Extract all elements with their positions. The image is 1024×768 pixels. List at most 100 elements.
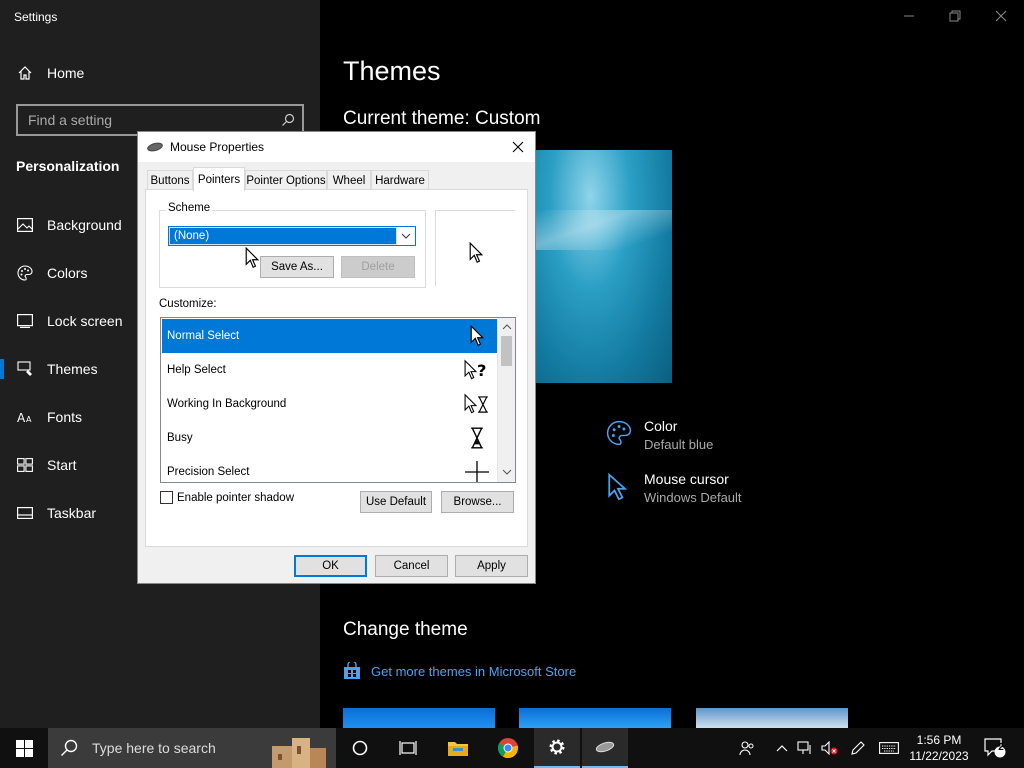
pointer-row-normal-select[interactable]: Normal Select — [162, 319, 497, 353]
svg-text:?: ? — [477, 361, 486, 380]
pointer-row-precision-select[interactable]: Precision Select — [162, 455, 497, 482]
nav-item-label: Lock screen — [47, 313, 123, 329]
volume-button[interactable] — [818, 728, 842, 768]
cursor-icon — [606, 472, 630, 506]
mouse-properties-dialog: Mouse Properties Buttons Pointers Pointe… — [137, 131, 536, 584]
taskbar: Type here to search 1:56 PM 11/22/2023 2 — [0, 728, 1024, 768]
store-link[interactable]: Get more themes in Microsoft Store — [343, 662, 576, 680]
nav-home[interactable]: Home — [0, 53, 320, 93]
settings-taskbar-button[interactable] — [534, 728, 580, 768]
pen-icon — [851, 741, 865, 755]
mouse-cursor-value: Windows Default — [644, 490, 742, 505]
windows-logo-icon — [15, 739, 33, 757]
network-icon — [797, 741, 811, 754]
people-button[interactable] — [734, 728, 760, 768]
dialog-titlebar[interactable]: Mouse Properties — [138, 132, 535, 162]
apply-button[interactable]: Apply — [455, 555, 528, 577]
volume-muted-icon — [821, 741, 838, 755]
file-explorer-button[interactable] — [436, 728, 480, 768]
nav-item-label: Themes — [47, 361, 98, 377]
search-icon[interactable] — [274, 113, 302, 127]
delete-button[interactable]: Delete — [341, 256, 415, 278]
tab-pointers[interactable]: Pointers — [193, 167, 245, 191]
chrome-icon — [497, 738, 519, 759]
enable-pointer-shadow-checkbox[interactable]: Enable pointer shadow — [160, 491, 294, 504]
pointer-row-busy[interactable]: Busy — [162, 421, 497, 455]
nav-home-label: Home — [47, 65, 85, 81]
dialog-close-button[interactable] — [507, 136, 529, 158]
tab-wheel[interactable]: Wheel — [327, 170, 371, 190]
chrome-button[interactable] — [486, 728, 530, 768]
action-center-button[interactable]: 2 — [980, 728, 1010, 768]
task-view-icon — [399, 741, 417, 755]
chevron-down-icon[interactable] — [502, 468, 512, 476]
mouse-icon — [595, 741, 615, 753]
pointer-row-label: Precision Select — [167, 466, 250, 478]
touch-keyboard-button[interactable] — [876, 728, 902, 768]
ok-button[interactable]: OK — [294, 555, 367, 577]
nav-item-label: Colors — [47, 265, 88, 281]
theme-thumbnail[interactable] — [696, 708, 848, 728]
theme-thumbnail[interactable] — [519, 708, 671, 728]
theme-preview-image[interactable] — [536, 150, 672, 383]
clock-time: 1:56 PM — [916, 733, 962, 747]
chevron-down-icon[interactable] — [397, 227, 415, 245]
pointer-row-label: Busy — [167, 432, 193, 444]
pointer-row-help-select[interactable]: Help Select ? — [162, 353, 497, 387]
pointer-list-scrollbar[interactable] — [497, 318, 515, 482]
task-view-button[interactable] — [388, 728, 428, 768]
show-hidden-icons-button[interactable] — [772, 728, 792, 768]
people-icon — [739, 741, 754, 756]
customize-label: Customize: — [159, 298, 217, 310]
tab-pointer-options[interactable]: Pointer Options — [245, 170, 327, 190]
gear-icon — [549, 739, 565, 755]
tab-hardware[interactable]: Hardware — [371, 170, 429, 190]
settings-search-input[interactable] — [18, 112, 274, 128]
store-icon — [344, 662, 360, 679]
save-as-button[interactable]: Save As... — [260, 256, 334, 278]
close-icon — [512, 141, 524, 153]
picture-icon — [16, 216, 34, 234]
palette-icon — [606, 420, 632, 451]
checkbox-box[interactable] — [160, 491, 173, 504]
taskbar-search-box[interactable]: Type here to search — [48, 728, 336, 768]
scheme-dropdown-value: (None) — [170, 228, 396, 244]
notification-count: 2 — [998, 742, 1004, 753]
dialog-title: Mouse Properties — [170, 140, 265, 154]
cancel-button[interactable]: Cancel — [375, 555, 448, 577]
pointer-row-label: Normal Select — [167, 330, 240, 342]
pointer-row-working-in-background[interactable]: Working In Background — [162, 387, 497, 421]
taskbar-icon — [16, 504, 34, 522]
pointer-preview — [435, 210, 515, 286]
scrollbar-thumb[interactable] — [501, 336, 512, 366]
theme-thumbnail[interactable] — [343, 708, 495, 728]
brush-icon — [16, 360, 34, 378]
folder-icon — [448, 742, 468, 756]
mouse-properties-taskbar-button[interactable] — [582, 728, 628, 768]
pointer-list[interactable]: Normal Select Help Select ? Working In B… — [160, 317, 516, 483]
palette-icon — [16, 264, 34, 282]
color-setting-name: Color — [644, 418, 678, 434]
working-cursor-icon — [459, 389, 495, 419]
cortana-icon — [352, 740, 368, 756]
pen-workspace-button[interactable] — [846, 728, 870, 768]
taskbar-search-placeholder: Type here to search — [92, 740, 216, 756]
lock-screen-icon — [16, 312, 34, 330]
chevron-up-icon[interactable] — [502, 323, 512, 331]
cortana-button[interactable] — [340, 728, 380, 768]
pointer-row-label: Working In Background — [167, 398, 287, 410]
scheme-dropdown[interactable]: (None) — [168, 226, 416, 246]
font-icon: AA — [16, 408, 34, 426]
browse-button[interactable]: Browse... — [441, 491, 514, 513]
network-button[interactable] — [794, 728, 816, 768]
clock-date: 11/22/2023 — [909, 749, 969, 763]
page-title: Themes — [343, 56, 441, 86]
tab-buttons[interactable]: Buttons — [147, 170, 193, 190]
use-default-button[interactable]: Use Default — [360, 491, 432, 513]
crosshair-icon — [459, 457, 495, 482]
taskbar-clock[interactable]: 1:56 PM 11/22/2023 — [904, 732, 974, 764]
svg-text:A: A — [17, 411, 26, 424]
nav-item-label: Background — [47, 217, 122, 233]
start-button[interactable] — [0, 728, 48, 768]
scheme-label: Scheme — [166, 202, 213, 214]
